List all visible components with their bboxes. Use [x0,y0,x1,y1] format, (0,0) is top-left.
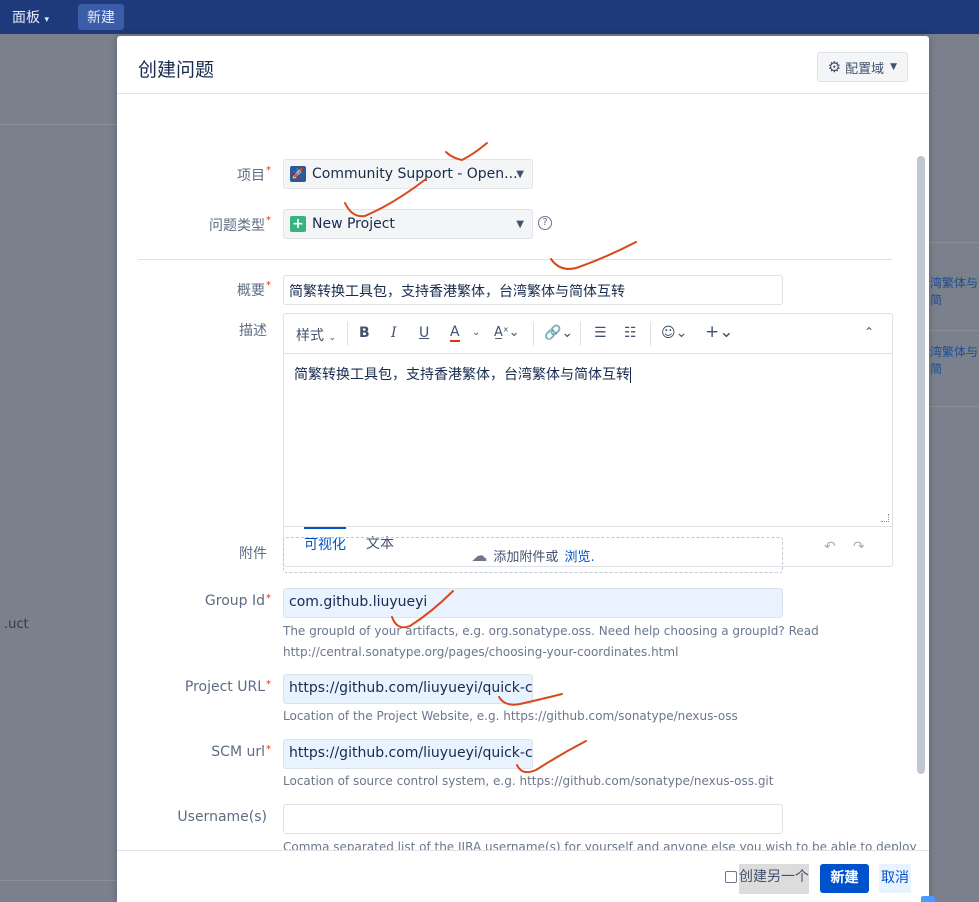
project-select[interactable]: 🚀 Community Support - Open... ▼ [283,159,533,189]
bullet-list-icon[interactable]: ☰ [594,325,607,341]
nav-dashboard-menu[interactable]: 面板 ▾ [12,7,49,27]
text-cursor [630,367,631,383]
help-text-line: The groupId of your artifacts, e.g. org.… [283,624,819,638]
description-label: 描述 [239,323,267,339]
rocket-icon: 🚀 [290,166,306,182]
underline-icon[interactable]: U [419,325,429,341]
plus-icon: + [290,216,306,232]
editor-toolbar: 样式 ⌄ B I U A ⌄ A̲ˣ⌄ 🔗⌄ ☰ ☷ ☺⌄ +⌄ ⌃ [284,314,892,354]
summary-input[interactable]: 简繁转换工具包，支持香港繁体，台湾繁体与简体互转 [283,275,783,305]
more-formatting-icon[interactable]: A̲ˣ⌄ [494,325,520,340]
dialog-body: 项目* 🚀 Community Support - Open... ▼ 问题类型… [117,94,929,850]
help-text-line: http://central.sonatype.org/pages/choosi… [283,645,679,659]
group-id-label: Group Id* [204,593,271,609]
browse-link[interactable]: 浏览. [564,546,594,565]
scrollbar[interactable] [917,156,925,774]
toolbar-separator [347,322,348,346]
emoji-icon[interactable]: ☺⌄ [661,325,687,341]
summary-label: 概要* [237,280,271,299]
chevron-down-icon: ▼ [516,168,524,180]
dialog-title: 创建问题 [138,59,215,81]
gear-icon: ⚙ [827,58,842,76]
group-id-help: The groupId of your artifacts, e.g. org.… [283,621,819,663]
create-another-checkbox[interactable] [725,871,737,883]
project-label: 项目* [237,165,271,184]
usernames-input[interactable] [283,804,783,834]
undo-icon[interactable]: ↶ [824,539,836,555]
redo-icon[interactable]: ↷ [853,539,865,555]
background-issue-link[interactable]: 湾繁体与简 [930,274,979,308]
top-navigation-bar: 面板 ▾ 新建 [0,0,979,34]
chevron-down-icon: ▼ [890,62,897,72]
usernames-help: Comma separated list of the JIRA usernam… [283,840,917,850]
create-button[interactable]: 新建 [820,864,869,893]
feedback-badge [921,896,935,902]
collapse-toolbar-icon[interactable]: ⌃ [864,325,874,339]
divider [0,880,117,881]
issue-type-select-value: New Project [312,216,395,232]
nav-create-button[interactable]: 新建 [78,4,124,30]
numbered-list-icon[interactable]: ☷ [624,325,637,341]
project-url-help: Location of the Project Website, e.g. ht… [283,709,738,723]
scm-url-help: Location of source control system, e.g. … [283,774,774,788]
dialog-header: 创建问题 ⚙ 配置域 ▼ [117,36,929,94]
attachment-dropzone[interactable]: ☁ 添加附件或 浏览. [283,537,783,573]
toolbar-separator [580,322,581,346]
scm-url-label: SCM url* [211,744,271,760]
attachment-prompt: 添加附件或 [493,549,559,565]
italic-icon[interactable]: I [391,325,397,341]
usernames-label: Username(s) [177,809,267,825]
project-select-value: Community Support - Open... [312,166,518,182]
chevron-down-icon: ▼ [516,218,524,230]
text-style-dropdown[interactable]: 样式 ⌄ [296,325,336,345]
cancel-link[interactable]: 取消 [879,864,911,893]
resize-handle[interactable] [881,514,889,522]
divider [929,330,979,331]
divider [929,242,979,243]
scm-url-input[interactable]: https://github.com/liuyueyi/quick-chi [283,739,533,769]
project-url-label: Project URL* [184,679,271,695]
background-issue-link[interactable]: 湾繁体与简 [930,343,979,377]
text-color-icon[interactable]: A [450,325,460,342]
configure-fields-label: 配置域 [845,61,885,77]
create-another-label[interactable]: 创建另一个 [739,864,809,894]
attachment-label: 附件 [239,546,267,562]
divider [0,124,117,125]
configure-fields-button[interactable]: ⚙ 配置域 ▼ [816,52,908,82]
background-text: .uct [4,617,29,632]
chevron-down-icon[interactable]: ⌄ [472,327,480,338]
issue-type-select[interactable]: + New Project ▼ [283,209,533,239]
toolbar-separator [533,322,534,346]
create-issue-dialog: 创建问题 ⚙ 配置域 ▼ 项目* 🚀 Community Support - O… [117,36,935,902]
dialog-footer: 创建另一个 新建 取消 [117,850,935,902]
section-divider [138,259,892,260]
help-icon[interactable]: ? [538,216,552,230]
bold-icon[interactable]: B [359,325,370,341]
insert-more-icon[interactable]: +⌄ [705,322,734,342]
link-icon[interactable]: 🔗⌄ [544,325,573,341]
issue-type-label: 问题类型* [209,215,271,234]
upload-cloud-icon: ☁ [471,545,488,565]
toolbar-separator [650,322,651,346]
project-url-input[interactable]: https://github.com/liuyueyi/quick-chi [283,674,533,704]
description-editor: 样式 ⌄ B I U A ⌄ A̲ˣ⌄ 🔗⌄ ☰ ☷ ☺⌄ +⌄ ⌃ 简繁转换工… [283,313,893,567]
divider [929,406,979,407]
description-textarea[interactable]: 简繁转换工具包，支持香港繁体，台湾繁体与简体互转 [294,364,631,384]
group-id-input[interactable]: com.github.liuyueyi [283,588,783,618]
